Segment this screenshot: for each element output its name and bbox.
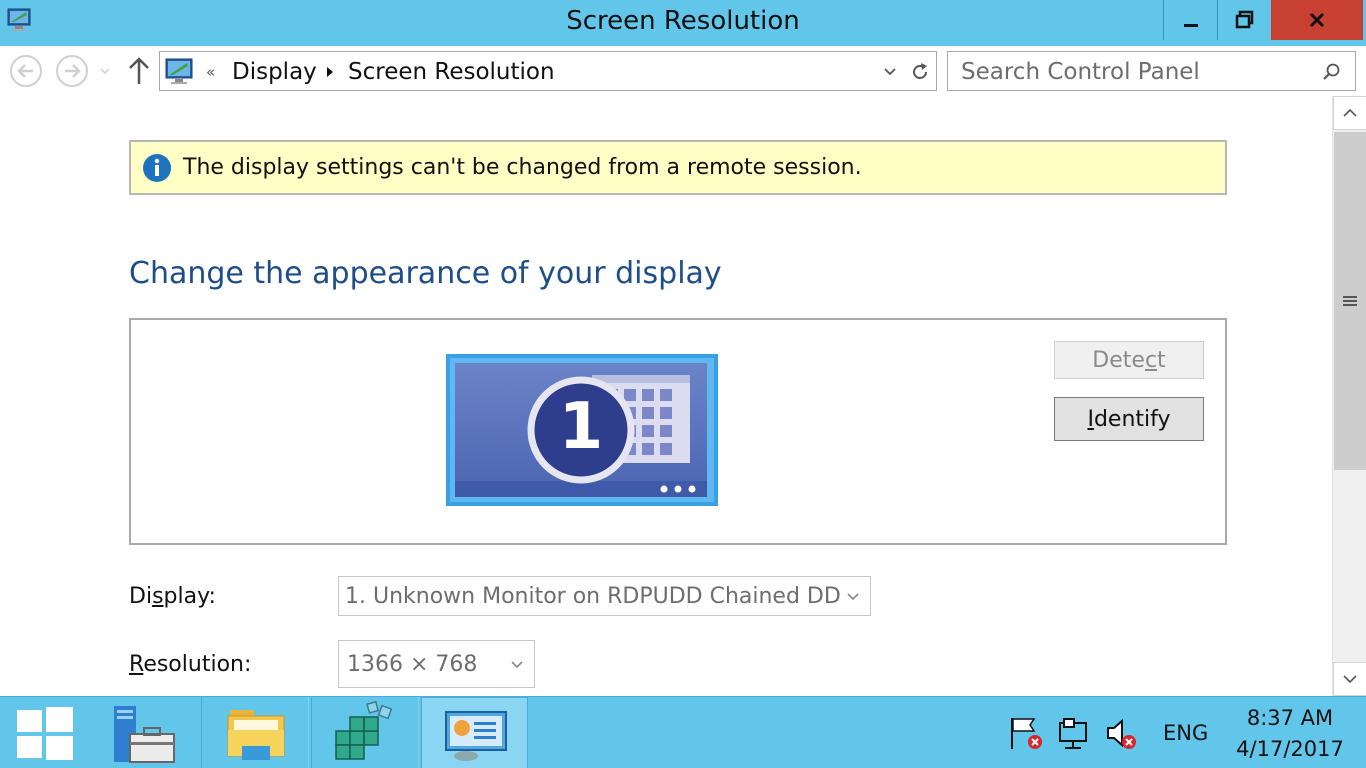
minimize-button[interactable]: [1163, 0, 1217, 40]
start-button[interactable]: [0, 697, 90, 768]
resolution-label-rest: esolution:: [143, 652, 252, 677]
chevron-down-icon: [847, 593, 859, 601]
vertical-scrollbar[interactable]: [1332, 96, 1366, 696]
breadcrumb-overflow[interactable]: «: [206, 63, 215, 81]
detect-label-suffix: t: [1157, 348, 1166, 373]
scroll-down-button[interactable]: [1333, 662, 1366, 696]
display-select[interactable]: 1. Unknown Monitor on RDPUDD Chained DD: [338, 576, 871, 616]
chevron-down-icon: [1343, 675, 1357, 684]
display-label-accel: s: [152, 584, 164, 609]
resolution-label: Resolution:: [129, 652, 251, 677]
registry-editor-icon: [335, 701, 393, 760]
display-control-panel-icon: [165, 58, 193, 84]
content-area: The display settings can't be changed fr…: [0, 96, 1332, 696]
resolution-label-accel: R: [129, 652, 144, 677]
grip-icon: [1343, 296, 1357, 306]
display-label: Display:: [129, 584, 216, 609]
minimize-icon: [1183, 24, 1198, 27]
clock-date[interactable]: 4/17/2017: [1228, 737, 1352, 761]
taskbar-server-manager[interactable]: [94, 697, 198, 768]
page-heading: Change the appearance of your display: [129, 256, 722, 291]
resolution-select-value: 1366 × 768: [347, 652, 478, 677]
forward-button[interactable]: [55, 54, 89, 88]
volume-muted-icon[interactable]: [1104, 715, 1140, 751]
restore-icon: [1235, 10, 1253, 29]
network-icon[interactable]: [1056, 715, 1092, 751]
chevron-down-icon: [100, 68, 110, 75]
display-select-value: 1. Unknown Monitor on RDPUDD Chained DD: [345, 584, 841, 609]
chevron-up-icon: [1343, 108, 1357, 117]
taskbar-file-explorer[interactable]: [201, 697, 309, 768]
window-title: Screen Resolution: [566, 6, 800, 36]
folder-icon: [227, 710, 285, 760]
remote-session-notice: The display settings can't be changed fr…: [129, 140, 1227, 195]
display-label-suffix: play:: [163, 584, 216, 609]
display-label-prefix: Di: [129, 584, 153, 609]
identify-button[interactable]: Identify: [1054, 397, 1204, 441]
breadcrumb-item-display[interactable]: Display: [232, 59, 317, 85]
close-button[interactable]: [1271, 0, 1363, 40]
taskbar: ENG 8:37 AM 4/17/2017: [0, 696, 1366, 768]
address-history-chevron-icon[interactable]: [882, 64, 898, 80]
taskbar-control-panel[interactable]: [421, 697, 528, 768]
title-bar[interactable]: Screen Resolution: [0, 0, 1366, 46]
input-language[interactable]: ENG: [1163, 721, 1208, 745]
monitor-1-thumbnail[interactable]: 1: [446, 354, 718, 506]
address-bar[interactable]: « Display Screen Resolution: [159, 51, 937, 91]
detect-label-accel: c: [1144, 348, 1158, 373]
detect-button[interactable]: Detect: [1054, 341, 1204, 379]
breadcrumb-item-screen-resolution[interactable]: Screen Resolution: [348, 59, 555, 85]
breadcrumb-separator-icon[interactable]: [325, 65, 335, 79]
navigation-bar: « Display Screen Resolution Search Contr…: [0, 46, 1366, 96]
restore-button[interactable]: [1217, 0, 1271, 40]
display-arrangement-panel: 1 Detect Identify: [129, 318, 1227, 545]
close-icon: [1309, 12, 1325, 28]
notice-text: The display settings can't be changed fr…: [183, 155, 862, 180]
monitor-number: 1: [558, 390, 604, 464]
up-arrow-icon: [129, 57, 149, 84]
resolution-select[interactable]: 1366 × 768: [338, 640, 535, 688]
search-icon[interactable]: [1321, 62, 1341, 82]
scroll-thumb[interactable]: [1334, 132, 1366, 470]
back-arrow-icon: [10, 55, 42, 87]
up-button[interactable]: [124, 54, 154, 88]
back-button[interactable]: [9, 54, 43, 88]
scroll-up-button[interactable]: [1333, 96, 1366, 130]
taskbar-registry-editor[interactable]: [311, 697, 419, 768]
clock-time[interactable]: 8:37 AM: [1236, 706, 1344, 730]
server-manager-icon: [114, 706, 175, 763]
search-input[interactable]: Search Control Panel: [947, 51, 1356, 91]
info-icon: [143, 154, 171, 182]
search-placeholder: Search Control Panel: [961, 59, 1200, 85]
refresh-icon[interactable]: [909, 61, 931, 83]
action-center-flag-icon[interactable]: [1008, 715, 1044, 751]
detect-label-prefix: Dete: [1092, 348, 1145, 373]
windows-logo-icon: [17, 707, 73, 760]
recent-locations-button[interactable]: [96, 54, 114, 88]
identify-label-rest: dentify: [1093, 407, 1171, 432]
chevron-down-icon: [511, 661, 523, 669]
forward-arrow-icon: [56, 55, 88, 87]
display-settings-icon: [445, 711, 507, 761]
